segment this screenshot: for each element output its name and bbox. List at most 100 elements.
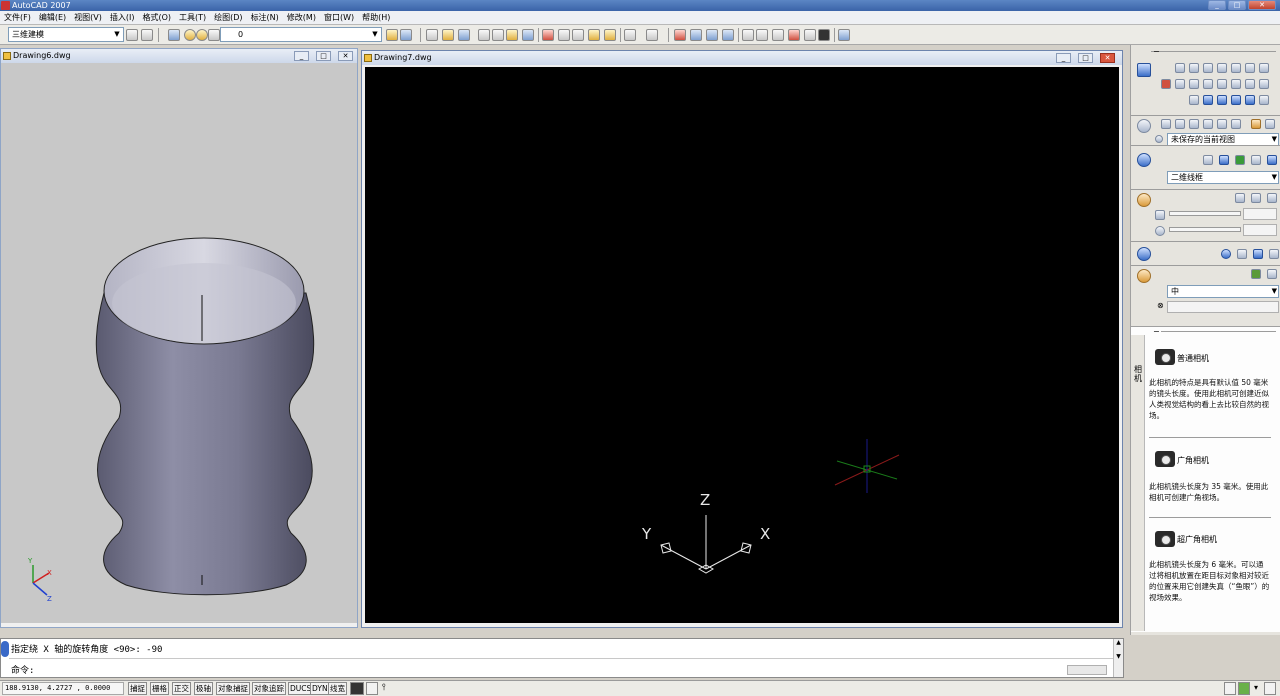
drawing6-window[interactable]: Drawing6.dwg _ □ ✕ X Y Z — [0, 48, 358, 628]
render-window-icon[interactable] — [1267, 269, 1277, 279]
autocad-app-icon[interactable] — [1, 1, 10, 10]
drawing7-viewport[interactable]: Z Y X — [365, 67, 1119, 623]
menu-dimension[interactable]: 标注(N) — [247, 11, 283, 25]
sweep-icon[interactable] — [1217, 79, 1227, 89]
cylinder-icon[interactable] — [1189, 63, 1199, 73]
lineweight-toggle[interactable]: 线宽 — [328, 682, 347, 695]
materials-window-icon[interactable] — [1253, 249, 1263, 259]
layer-combo[interactable]: 0 ▼ — [220, 27, 382, 42]
drawing6-viewport[interactable]: X Y Z — [1, 63, 357, 623]
time-value-box[interactable] — [1243, 224, 1277, 236]
distant-light-icon[interactable] — [1267, 193, 1277, 203]
drawing6-minimize-button[interactable]: _ — [294, 51, 309, 61]
palette-side-tab[interactable]: 相机 — [1131, 335, 1145, 631]
maximize-viewport-icon[interactable] — [366, 682, 378, 695]
visual-style-combo[interactable]: 二维线框 ▼ — [1167, 171, 1279, 184]
zoom-window-icon[interactable] — [706, 29, 718, 41]
paste-icon[interactable] — [572, 29, 584, 41]
section-icon[interactable] — [1245, 95, 1255, 105]
named-views-icon[interactable] — [1251, 119, 1261, 129]
drawing6-restore-button[interactable]: □ — [316, 51, 331, 61]
menu-draw[interactable]: 绘图(D) — [210, 11, 246, 25]
wedge-icon[interactable] — [1245, 63, 1255, 73]
drawing7-restore-button[interactable]: □ — [1078, 53, 1093, 63]
sun-freeze-icon[interactable] — [196, 29, 208, 41]
osnap-toggle[interactable]: 对象捕捉 — [216, 682, 250, 695]
3d-make-icon[interactable] — [1137, 63, 1151, 77]
menu-help[interactable]: 帮助(H) — [358, 11, 394, 25]
render-setup-icon[interactable] — [1251, 269, 1261, 279]
drawing7-title-bar[interactable]: Drawing7.dwg _ □ ✕ — [362, 51, 1122, 65]
redo-icon[interactable] — [646, 29, 658, 41]
close-button[interactable]: ✕ — [1248, 0, 1276, 10]
visual-styles-icon[interactable] — [1137, 153, 1151, 167]
menu-format[interactable]: 格式(O) — [138, 11, 175, 25]
point-light-icon[interactable] — [1235, 193, 1245, 203]
drawing7-window[interactable]: Drawing7.dwg _ □ ✕ Z Y X — [361, 50, 1123, 628]
layer-previous-icon[interactable] — [400, 29, 412, 41]
3d-navigate-icon[interactable] — [1137, 119, 1151, 133]
tool-palettes-icon[interactable] — [772, 29, 784, 41]
3d-move-icon[interactable] — [1161, 79, 1171, 89]
plot-preview-icon[interactable] — [492, 29, 504, 41]
3d-rotate-icon[interactable] — [1175, 79, 1185, 89]
menu-window[interactable]: 窗口(W) — [320, 11, 358, 25]
conceptual-icon[interactable] — [1251, 155, 1261, 165]
revolve-icon[interactable] — [1231, 79, 1241, 89]
wide-angle-camera-title[interactable]: 广角相机 — [1177, 455, 1209, 466]
render-icon[interactable] — [1137, 269, 1151, 283]
maximize-button[interactable]: □ — [1228, 0, 1246, 10]
open-file-icon[interactable] — [442, 29, 454, 41]
attach-material-icon[interactable] — [1237, 249, 1247, 259]
normal-camera-title[interactable]: 普通相机 — [1177, 353, 1209, 364]
2d-wireframe-icon[interactable] — [1203, 155, 1213, 165]
material-map-icon[interactable] — [1269, 249, 1279, 259]
block-editor-icon[interactable] — [604, 29, 616, 41]
dyn-toggle[interactable]: DYN — [310, 682, 330, 695]
intersect-icon[interactable] — [1217, 95, 1227, 105]
view-radio-icon[interactable] — [1155, 135, 1163, 143]
material-sphere-icon[interactable] — [1221, 249, 1231, 259]
cone-icon[interactable] — [1203, 63, 1213, 73]
extreme-wide-angle-camera-icon[interactable] — [1155, 531, 1175, 547]
sheet-set-icon[interactable] — [788, 29, 800, 41]
snap-toggle[interactable]: 捕捉 — [128, 682, 147, 695]
copy-icon[interactable] — [558, 29, 570, 41]
3d-dwf-icon[interactable] — [522, 29, 534, 41]
make-current-layer-icon[interactable] — [386, 29, 398, 41]
command-hscroll[interactable] — [1067, 665, 1107, 675]
render-quality-combo[interactable]: 中 ▼ — [1167, 285, 1279, 298]
workspace-settings-icon[interactable] — [126, 29, 138, 41]
publish-icon[interactable] — [506, 29, 518, 41]
menu-view[interactable]: 视图(V) — [70, 11, 106, 25]
fly-icon[interactable] — [1217, 119, 1227, 129]
extreme-wide-angle-camera-title[interactable]: 超广角相机 — [1177, 534, 1217, 545]
interfere-icon[interactable] — [1231, 95, 1241, 105]
save-icon[interactable] — [458, 29, 470, 41]
plot-icon[interactable] — [478, 29, 490, 41]
box-icon[interactable] — [1175, 63, 1185, 73]
materials-icon[interactable] — [1137, 247, 1151, 261]
subtract-icon[interactable] — [1203, 95, 1213, 105]
flatshot-icon[interactable] — [1259, 95, 1269, 105]
manage-styles-icon[interactable] — [1267, 155, 1277, 165]
3d-hidden-icon[interactable] — [1219, 155, 1229, 165]
drawing7-close-button[interactable]: ✕ — [1100, 53, 1115, 63]
presspull-icon[interactable] — [1203, 79, 1213, 89]
drawing6-title-bar[interactable]: Drawing6.dwg _ □ ✕ — [1, 49, 357, 63]
ortho-toggle[interactable]: 正交 — [172, 682, 191, 695]
command-grip-icon[interactable] — [1, 641, 9, 657]
camera-icon[interactable] — [1231, 119, 1241, 129]
properties-icon[interactable] — [742, 29, 754, 41]
calculator-icon[interactable] — [818, 29, 830, 41]
brightness-slider[interactable] — [1169, 211, 1241, 216]
torus-icon[interactable] — [1259, 63, 1269, 73]
coordinates-display[interactable]: 188.9130, 4.2727 , 0.0000 — [2, 682, 124, 695]
extrude-icon[interactable] — [1189, 79, 1199, 89]
lock-icon[interactable] — [1224, 682, 1236, 695]
match-properties-icon[interactable] — [588, 29, 600, 41]
sphere-icon[interactable] — [1217, 63, 1227, 73]
pyramid-icon[interactable] — [1231, 63, 1241, 73]
realistic-icon[interactable] — [1235, 155, 1245, 165]
menu-modify[interactable]: 修改(M) — [283, 11, 320, 25]
